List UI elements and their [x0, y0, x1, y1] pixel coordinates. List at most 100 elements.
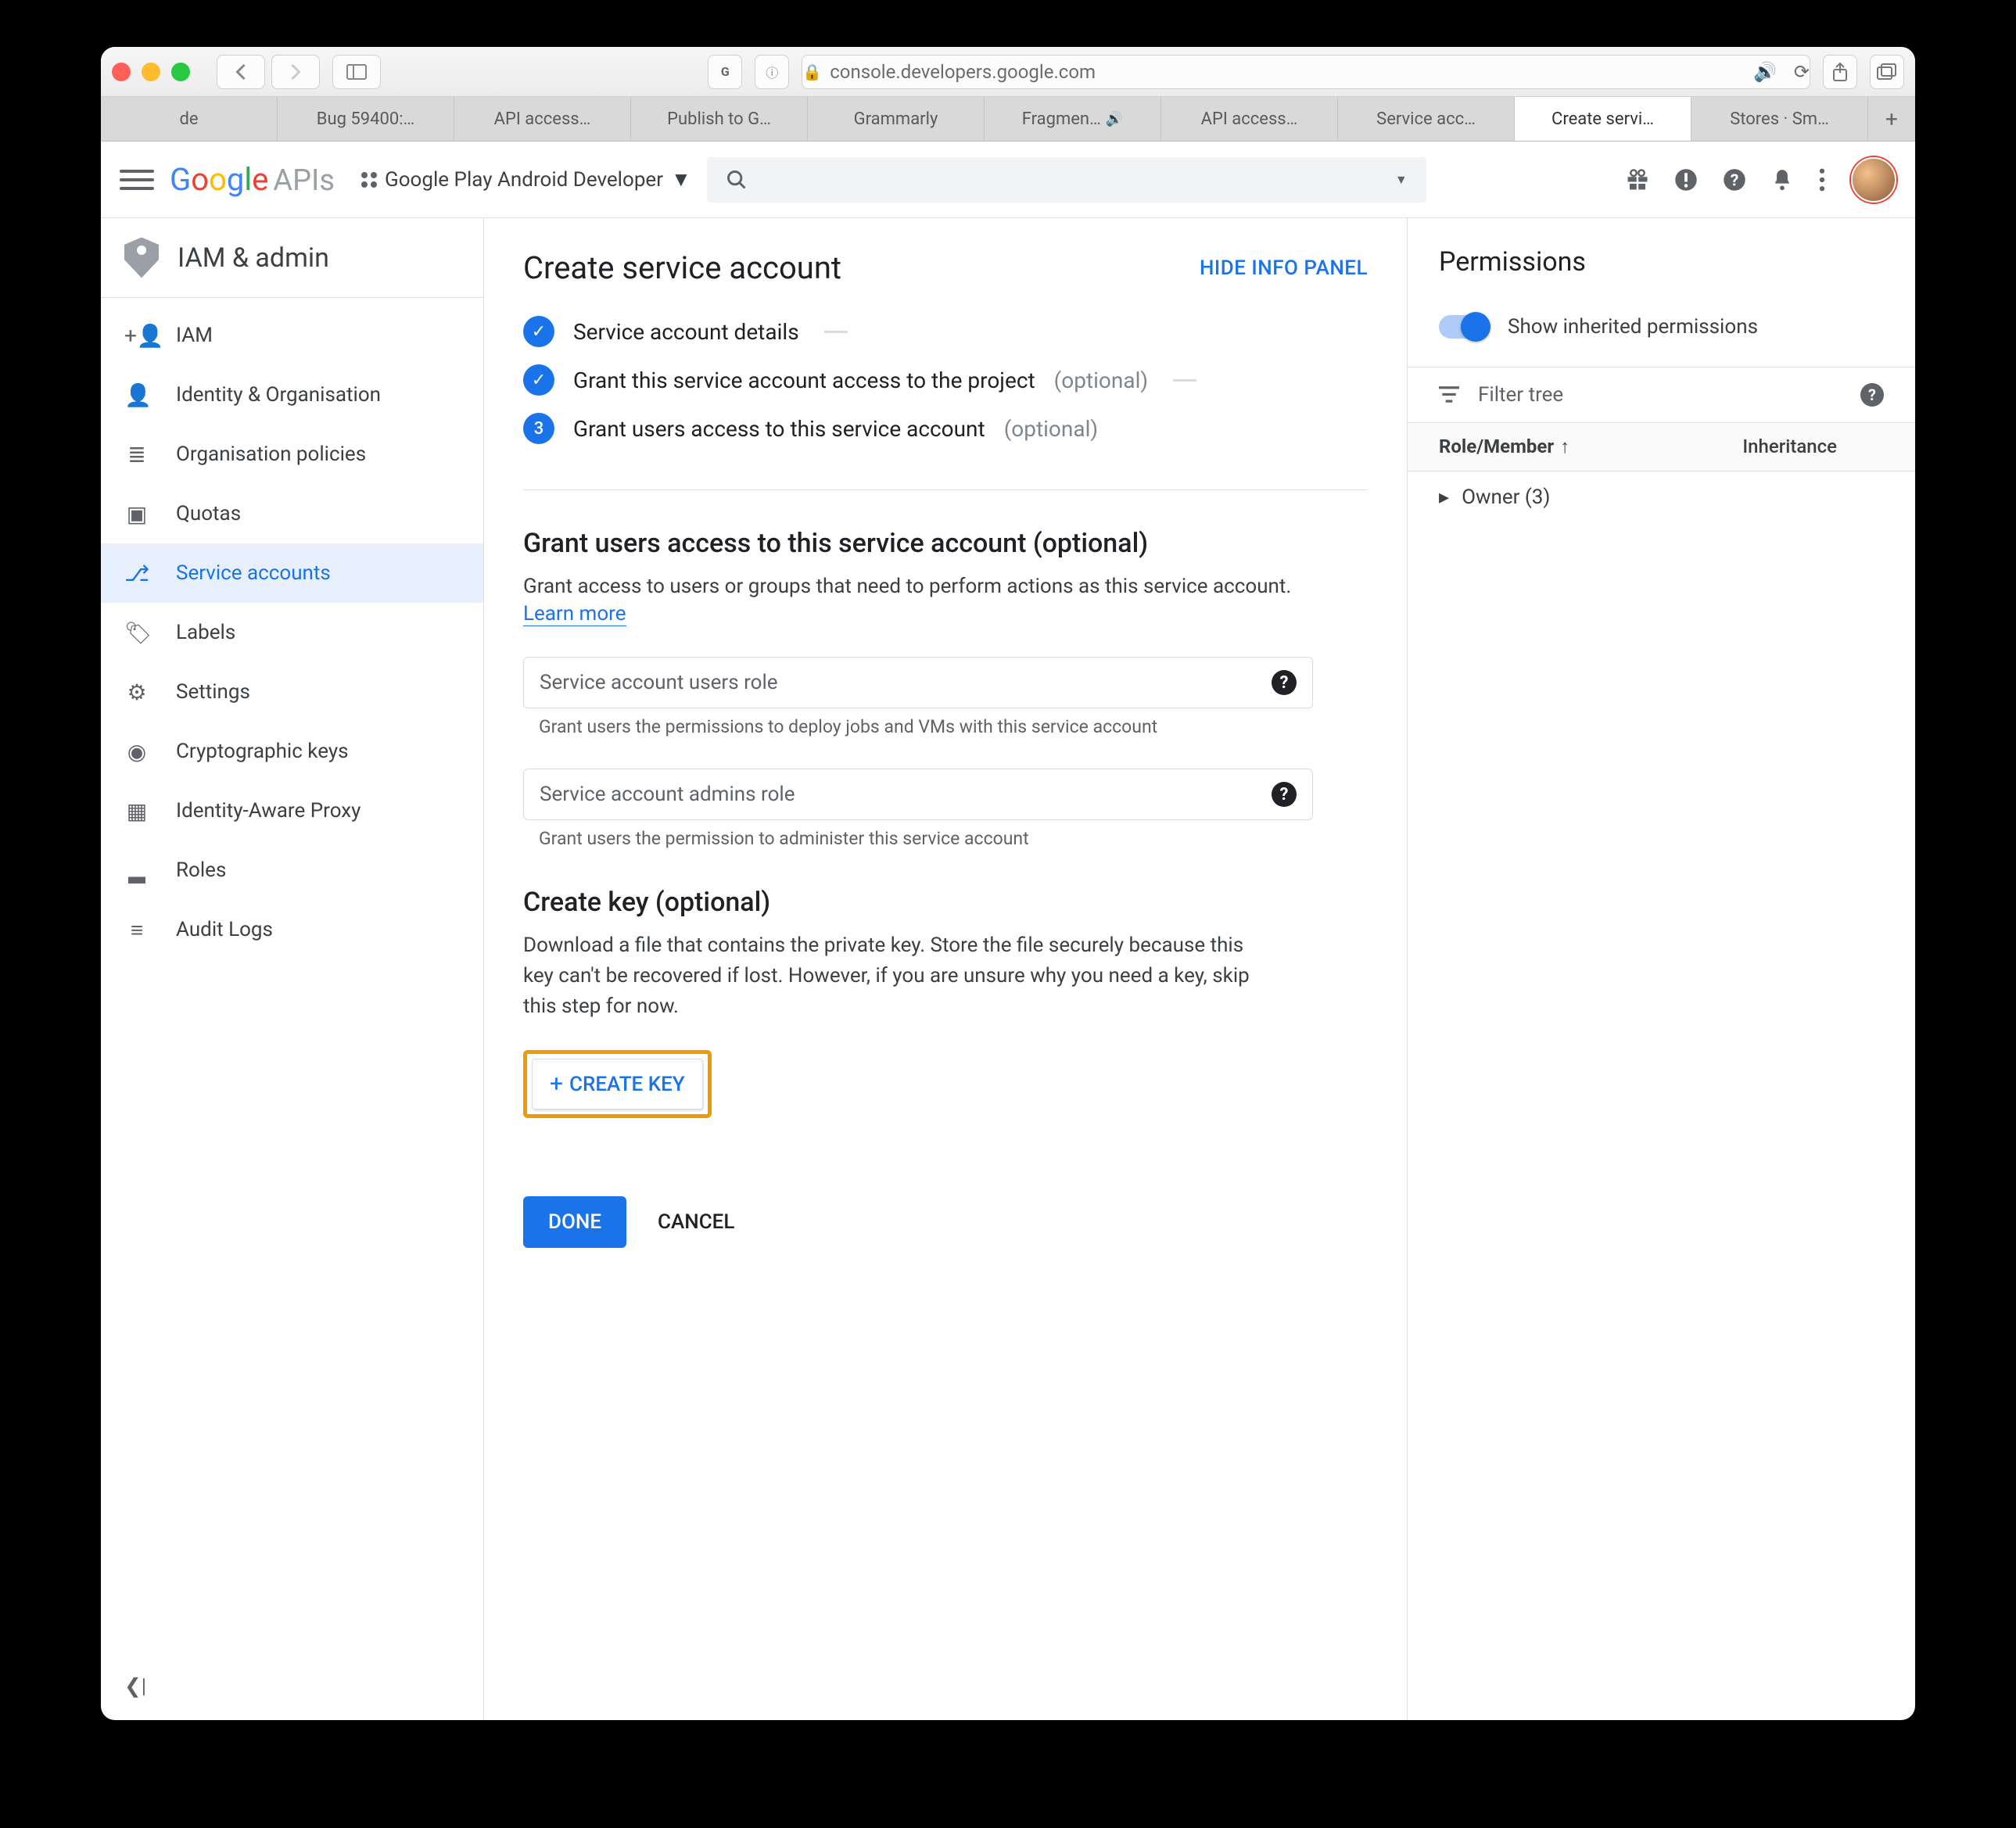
column-role[interactable]: Role/Member↑: [1439, 435, 1569, 458]
sidebar-item-label: Quotas: [176, 502, 241, 525]
sidebar-item-label: Cryptographic keys: [176, 740, 349, 763]
browser-tab[interactable]: Service acc…: [1338, 97, 1515, 141]
step-number: 3: [523, 413, 554, 444]
sidebar-item-label: Service accounts: [176, 561, 331, 585]
table-row[interactable]: ▸ Owner (3): [1408, 471, 1915, 523]
step-2[interactable]: ✓ Grant this service account access to t…: [523, 364, 1368, 396]
window-minimize[interactable]: [142, 63, 160, 81]
window-zoom[interactable]: [171, 63, 190, 81]
sidebar-item-settings[interactable]: ⚙Settings: [101, 662, 483, 722]
account-avatar[interactable]: [1851, 157, 1896, 203]
sidebar-header: IAM & admin: [101, 218, 483, 298]
nav-forward-button[interactable]: [271, 55, 320, 89]
help-icon[interactable]: ?: [1272, 670, 1297, 695]
check-icon: ✓: [523, 364, 554, 396]
field-hint: Grant users the permission to administer…: [523, 828, 1368, 849]
step-label: Service account details: [573, 319, 799, 345]
share-button[interactable]: [1823, 55, 1857, 89]
url-text: console.developers.google.com: [830, 61, 1096, 83]
create-key-button[interactable]: + CREATE KEY: [532, 1059, 703, 1109]
sidebar-item-roles[interactable]: ▂Roles: [101, 841, 483, 900]
audio-icon[interactable]: 🔊: [1753, 61, 1777, 83]
step-edit-icon: [1173, 379, 1196, 382]
hide-info-panel-button[interactable]: HIDE INFO PANEL: [1200, 256, 1368, 280]
sidebar-item-policies[interactable]: ≣Organisation policies: [101, 425, 483, 484]
extension-icon-1[interactable]: G: [708, 55, 742, 89]
browser-tab[interactable]: Stores · Sm…: [1691, 97, 1868, 141]
row-label: Owner (3): [1462, 486, 1550, 509]
step-label: Grant this service account access to the…: [573, 367, 1035, 393]
sidebar-item-audit[interactable]: ≡ Audit Logs: [101, 900, 483, 959]
browser-tab[interactable]: API access…: [454, 97, 631, 141]
collapse-sidebar-button[interactable]: ❮|: [124, 1675, 146, 1698]
google-apis-logo[interactable]: Google APIs: [170, 161, 335, 198]
crypto-icon: ◉: [124, 739, 149, 765]
browser-tab[interactable]: de: [101, 97, 278, 141]
learn-more-link[interactable]: Learn more: [523, 602, 626, 626]
help-icon[interactable]: ?: [1723, 168, 1746, 192]
field-placeholder: Service account admins role: [540, 783, 795, 806]
service-accounts-icon: ⎇: [124, 561, 149, 586]
filter-input[interactable]: Filter tree: [1478, 383, 1563, 407]
browser-tab[interactable]: API access…: [1161, 97, 1338, 141]
sidebar-item-service-accounts[interactable]: ⎇ Service accounts: [101, 543, 483, 603]
step-1[interactable]: ✓ Service account details: [523, 316, 1368, 347]
column-inheritance[interactable]: Inheritance: [1742, 435, 1837, 458]
sidebar-item-label: Settings: [176, 680, 250, 704]
help-icon[interactable]: ?: [1272, 782, 1297, 807]
sort-arrow-icon: ↑: [1560, 435, 1569, 457]
tab-audio-icon: 🔊: [1106, 111, 1123, 127]
users-role-input[interactable]: Service account users role ?: [523, 657, 1313, 708]
sidebar-item-identity[interactable]: 👤Identity & Organisation: [101, 365, 483, 425]
done-button[interactable]: DONE: [523, 1196, 626, 1248]
search-dropdown-icon[interactable]: ▼: [1395, 172, 1408, 188]
sidebar-item-label: Audit Logs: [176, 918, 273, 941]
browser-tab-active[interactable]: Create servi…: [1515, 97, 1691, 141]
filter-icon: [1439, 386, 1459, 403]
cancel-button[interactable]: CANCEL: [658, 1210, 734, 1234]
roles-icon: ▂: [124, 858, 149, 884]
nav-back-button[interactable]: [217, 55, 265, 89]
step-edit-icon: [824, 331, 848, 333]
app-header: Google APIs Google Play Android Develope…: [101, 142, 1915, 218]
sidebar-item-label: IAM: [176, 324, 213, 347]
create-key-highlight: + CREATE KEY: [523, 1050, 712, 1118]
field-hint: Grant users the permissions to deploy jo…: [523, 716, 1368, 737]
sidebar-item-iam[interactable]: +👤IAM: [101, 306, 483, 365]
browser-tab[interactable]: Publish to G…: [631, 97, 808, 141]
new-tab-button[interactable]: +: [1868, 97, 1915, 141]
reload-icon[interactable]: ⟳: [1794, 61, 1810, 83]
menu-button[interactable]: [120, 163, 154, 197]
sidebar-item-crypto[interactable]: ◉ Cryptographic keys: [101, 722, 483, 781]
lock-icon: 🔒: [802, 63, 822, 81]
address-bar[interactable]: 🔒 console.developers.google.com 🔊 ⟳: [802, 55, 1810, 89]
step-optional: (optional): [1004, 416, 1098, 442]
tabs-overview-button[interactable]: [1870, 55, 1904, 89]
svg-text:?: ?: [1731, 170, 1739, 190]
extension-icon-2[interactable]: ⓘ: [755, 55, 789, 89]
admins-role-input[interactable]: Service account admins role ?: [523, 769, 1313, 820]
sidebar-item-label: Labels: [176, 621, 235, 644]
grant-users-section: Grant users access to this service accou…: [523, 528, 1368, 849]
browser-tab[interactable]: Bug 59400:…: [278, 97, 454, 141]
browser-tab[interactable]: Grammarly: [808, 97, 985, 141]
window-close[interactable]: [112, 63, 131, 81]
project-selector[interactable]: Google Play Android Developer ▼: [361, 167, 691, 192]
gift-icon[interactable]: [1626, 168, 1649, 192]
help-icon[interactable]: ?: [1860, 383, 1884, 407]
audit-icon: ≡: [124, 917, 149, 943]
expand-icon: ▸: [1439, 486, 1449, 509]
sidebar-item-label: Organisation policies: [176, 443, 366, 466]
sidebar-item-quotas[interactable]: ▣Quotas: [101, 484, 483, 543]
alert-icon[interactable]: [1674, 168, 1698, 192]
sidebar-toggle-button[interactable]: [332, 55, 381, 89]
sidebar: IAM & admin +👤IAM 👤Identity & Organisati…: [101, 218, 484, 1720]
sidebar-item-iap[interactable]: ▦Identity-Aware Proxy: [101, 781, 483, 841]
sidebar-item-labels[interactable]: 🏷Labels: [101, 603, 483, 662]
more-icon[interactable]: [1818, 168, 1826, 192]
inherited-permissions-toggle[interactable]: [1439, 315, 1489, 339]
browser-tab[interactable]: Fragmen…🔊: [985, 97, 1161, 141]
check-icon: ✓: [523, 316, 554, 347]
bell-icon[interactable]: [1771, 168, 1793, 192]
search-bar[interactable]: ▼: [707, 157, 1426, 203]
